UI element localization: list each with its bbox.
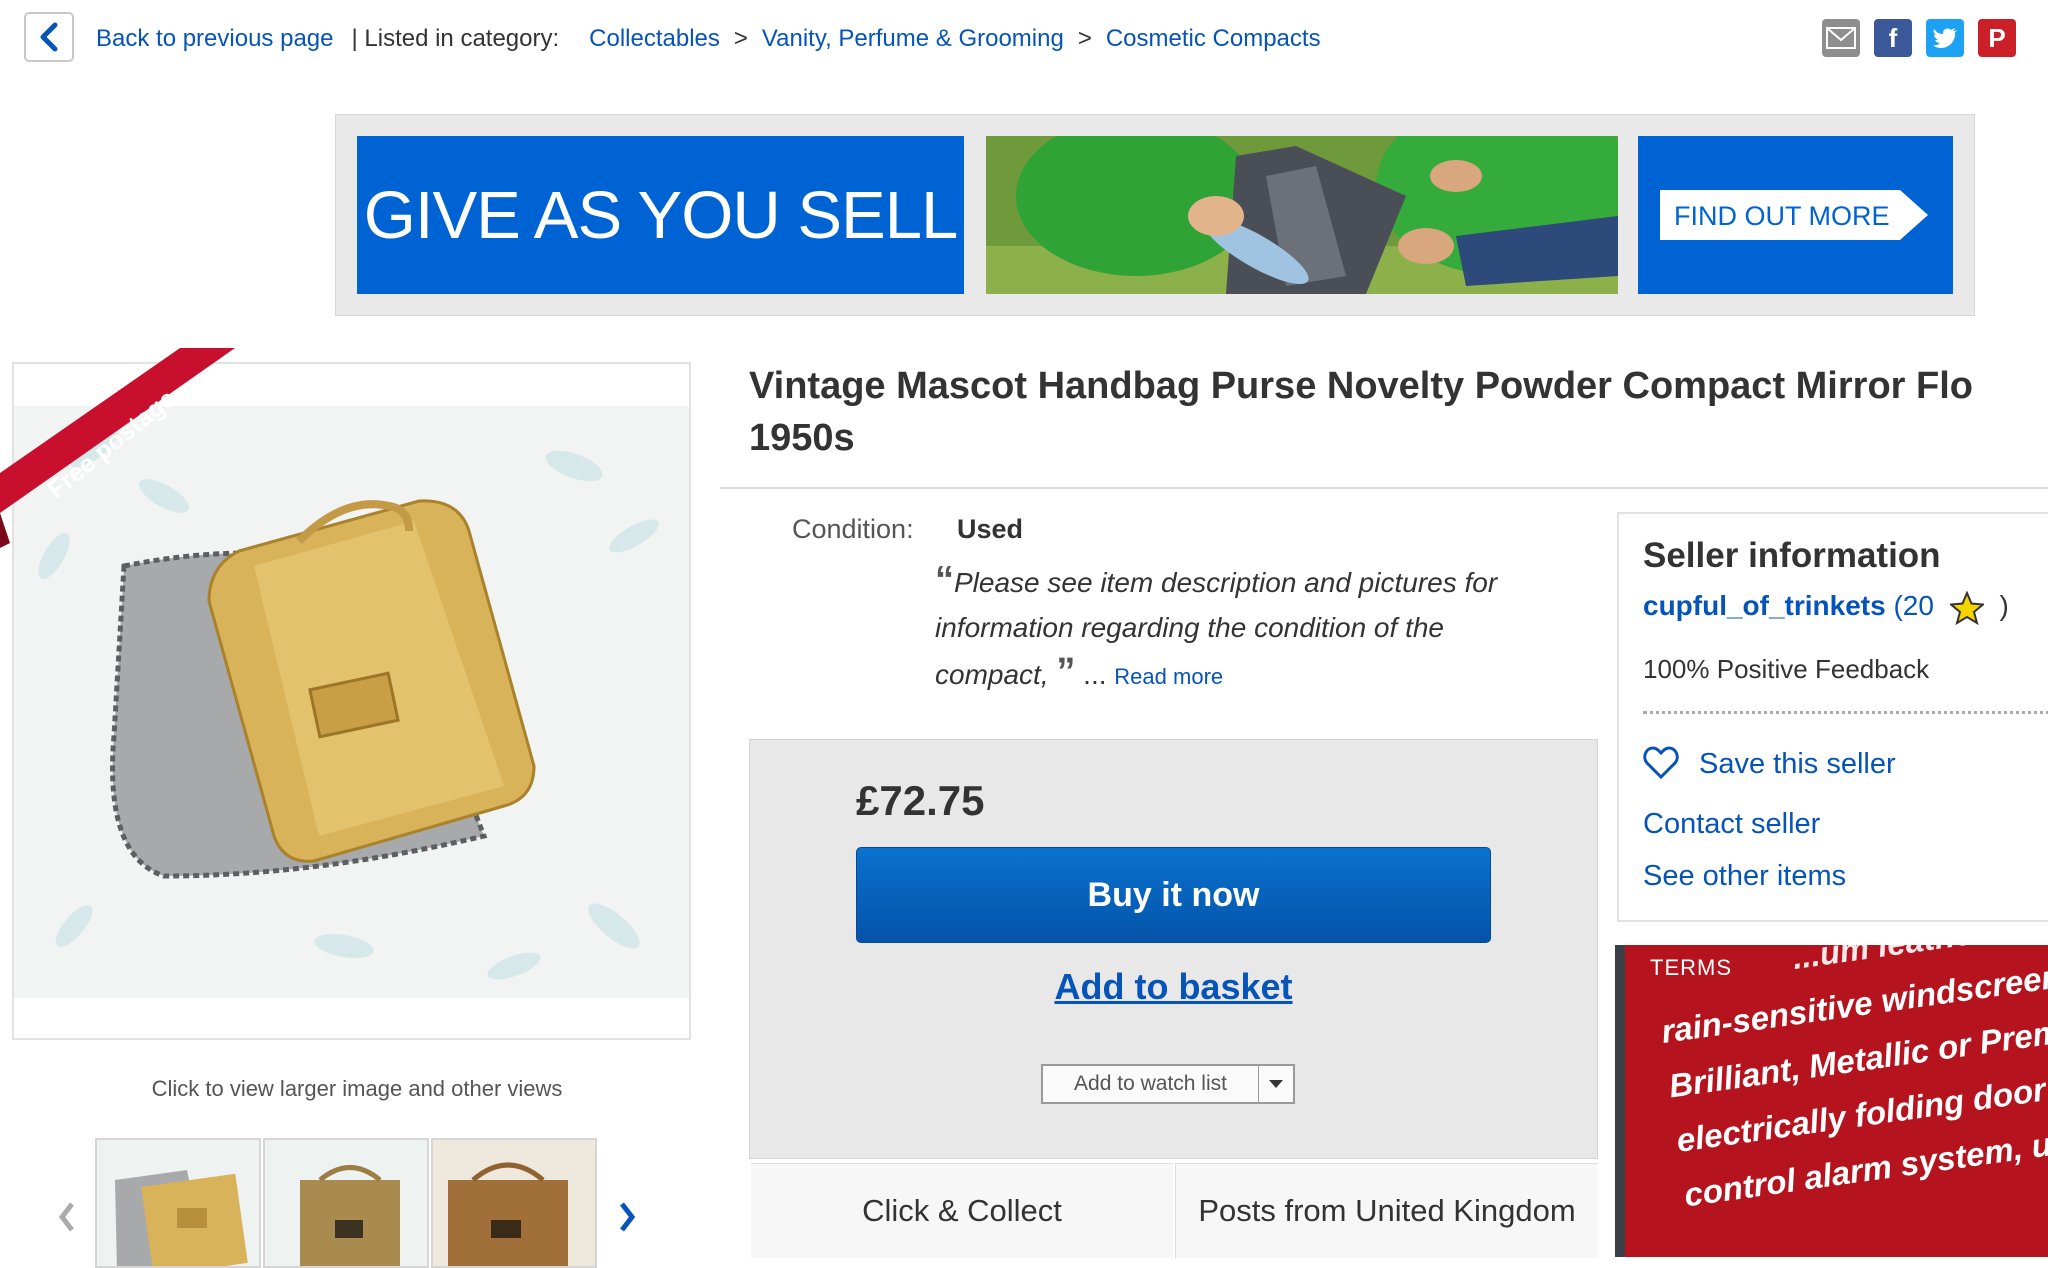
breadcrumb-separator: > [733,25,748,52]
open-quote-icon: “ [935,559,954,601]
chevron-left-icon [40,22,58,52]
thumbnail-3[interactable] [431,1138,597,1268]
back-link[interactable]: Back to previous page [96,25,333,53]
chevron-right-icon [620,1202,636,1232]
price: £72.75 [856,777,985,824]
caret-down-icon [1269,1080,1283,1088]
breadcrumb: Back to previous page | Listed in catego… [96,22,1321,56]
add-to-basket-link[interactable]: Add to basket [749,966,1598,1008]
ad-edge [1615,945,1625,1257]
ellipsis: ... [1075,659,1115,690]
seller-score-close: ) [1999,590,2009,621]
item-title-line2: 1950s [749,417,855,459]
read-more-link[interactable]: Read more [1114,664,1223,689]
share-bar: f P [1822,19,2016,57]
find-out-more-button[interactable]: FIND OUT MORE [1660,190,1928,240]
save-seller-link[interactable]: Save this seller [1699,748,1896,781]
watch-dropdown-toggle[interactable] [1259,1066,1293,1102]
watch-list-label[interactable]: Add to watch list [1043,1066,1259,1102]
banner-headline[interactable]: GIVE AS YOU SELL [357,136,964,294]
free-postage-ribbon: Free postage [0,348,240,558]
item-title: Vintage Mascot Handbag Purse Novelty Pow… [749,360,2048,464]
posts-from: Posts from United Kingdom [1175,1163,1598,1258]
seller-heading: Seller information [1643,536,1941,575]
listed-in-label: | Listed in category: [351,25,560,52]
chevron-left-icon [58,1202,74,1232]
twitter-icon[interactable] [1926,19,1964,57]
pinterest-icon[interactable]: P [1978,19,2016,57]
breadcrumb-separator: > [1077,25,1092,52]
facebook-icon[interactable]: f [1874,19,1912,57]
heart-icon [1643,746,1679,780]
condition-label: Condition: [792,514,914,544]
save-seller-heart[interactable] [1643,746,1679,785]
email-icon[interactable] [1822,19,1860,57]
close-quote-icon: ” [1056,651,1076,693]
side-ad[interactable]: TERMS ...um leather-effe... rain-sensiti… [1615,945,2048,1257]
thumb-prev-arrow[interactable] [56,1200,78,1239]
buy-it-now-button[interactable]: Buy it now [856,847,1491,943]
find-out-more-label: FIND OUT MORE [1674,201,1890,231]
click-and-collect: Click & Collect [751,1163,1173,1258]
seller-name-link[interactable]: cupful_of_trinkets [1643,590,1886,621]
star-icon [1948,590,1986,625]
condition-note: “Please see item description and picture… [935,558,1555,699]
breadcrumb-compacts[interactable]: Cosmetic Compacts [1106,25,1321,53]
thumb-next-arrow[interactable] [616,1200,638,1239]
contact-seller-link[interactable]: Contact seller [1643,808,1820,841]
seller-feedback: 100% Positive Feedback [1643,654,1930,684]
ad-copy: ...um leather-effe... rain-sensitive win… [1650,945,2048,1222]
seller-score[interactable]: (20 [1893,590,1933,621]
condition-value: Used [957,514,1024,544]
seller-identity: cupful_of_trinkets (20 ) [1643,590,2009,625]
image-caption: Click to view larger image and other vie… [151,1076,563,1101]
watch-list-button[interactable]: Add to watch list [1041,1064,1295,1104]
title-divider [720,487,2048,489]
seller-divider [1643,711,2048,714]
breadcrumb-collectables[interactable]: Collectables [589,25,720,53]
item-title-line1: Vintage Mascot Handbag Purse Novelty Pow… [749,365,1973,407]
thumbnail-2[interactable] [263,1138,429,1268]
banner-photo[interactable] [986,136,1618,294]
see-other-items-link[interactable]: See other items [1643,860,1846,893]
back-button[interactable] [24,12,74,62]
breadcrumb-vanity[interactable]: Vanity, Perfume & Grooming [762,25,1064,53]
thumbnail-1[interactable] [95,1138,261,1268]
